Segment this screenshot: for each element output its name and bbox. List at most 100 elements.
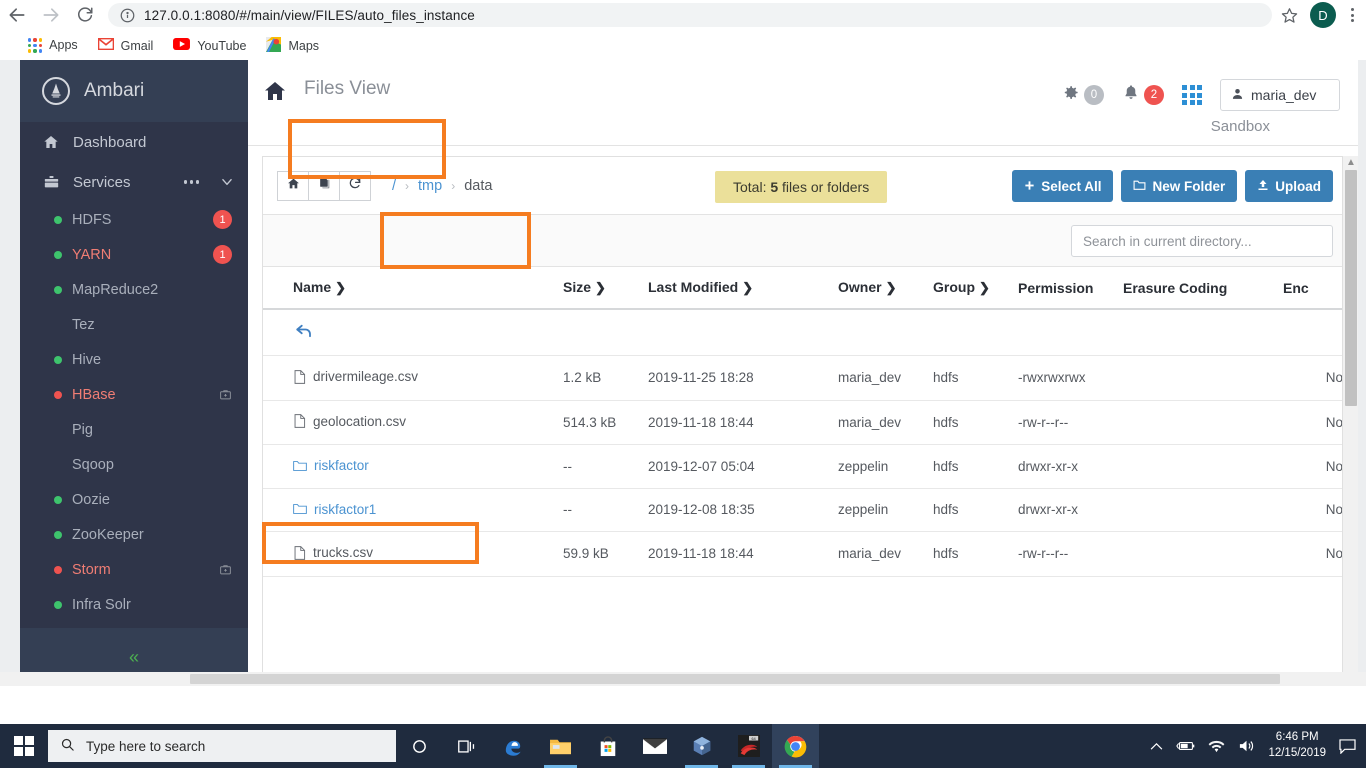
scrollbar-thumb[interactable] [190,674,1280,684]
grid-apps-icon[interactable] [1182,85,1202,105]
status-dot-red [54,391,62,399]
brand[interactable]: Ambari [20,60,248,122]
chrome-icon[interactable] [772,724,819,768]
new-folder-button[interactable]: New Folder [1121,170,1237,202]
sidebar-item-dashboard[interactable]: Dashboard [20,122,248,162]
status-dot-green [54,251,62,259]
microsoft-store-icon[interactable] [584,724,631,768]
windows-start-icon[interactable] [0,724,48,768]
action-center-icon[interactable] [1339,739,1356,754]
bookmark-youtube[interactable]: YouTube [173,38,246,53]
breadcrumb-item-tmp[interactable]: tmp [418,178,442,194]
ellipsis-icon[interactable] [184,180,200,184]
table-row[interactable]: drivermileage.csv1.2 kB2019-11-25 18:28m… [263,356,1353,401]
bookmark-apps[interactable]: Apps [28,38,78,52]
chevron-up-icon[interactable] [1150,742,1163,751]
sidebar-item-infra-solr[interactable]: Infra Solr [20,587,248,622]
home-icon[interactable] [263,79,287,108]
back-arrow-icon[interactable] [0,0,34,30]
back-arrow-icon[interactable] [263,323,313,339]
column-header-name[interactable]: Name❯ [263,267,563,309]
virtualbox-icon[interactable] [678,724,725,768]
reload-icon[interactable] [68,0,102,30]
avatar[interactable]: D [1310,2,1336,28]
cortana-circle-icon[interactable] [396,724,443,768]
sidebar-item-mapreduce2[interactable]: MapReduce2 [20,272,248,307]
scroll-up-arrow-icon[interactable]: ▲ [1346,157,1356,168]
button-label: New Folder [1152,179,1225,194]
column-header-last-modified[interactable]: Last Modified❯ [648,267,838,309]
wifi-icon[interactable] [1208,740,1225,753]
sidebar-item-yarn[interactable]: YARN1 [20,237,248,272]
mail-icon[interactable] [631,724,678,768]
file-link[interactable]: geolocation.csv [293,414,406,429]
sidebar-item-hbase[interactable]: HBase [20,377,248,412]
address-bar[interactable]: 127.0.0.1:8080/#/main/view/FILES/auto_fi… [108,3,1272,27]
table-row[interactable]: geolocation.csv514.3 kB2019-11-18 18:44m… [263,400,1353,445]
bookmark-gmail[interactable]: Gmail [98,38,154,53]
table-row[interactable]: riskfactor1--2019-12-08 18:35zeppelinhdf… [263,488,1353,532]
battery-charging-icon[interactable] [1176,740,1195,752]
sidebar-item-hive[interactable]: Hive [20,342,248,377]
file-link[interactable]: drivermileage.csv [293,369,418,384]
task-view-icon[interactable] [443,724,490,768]
button-label: Upload [1275,179,1321,194]
kebab-menu-icon[interactable] [1338,0,1366,30]
forward-arrow-icon[interactable] [34,0,68,30]
alerts-button[interactable]: 2 [1122,83,1164,107]
sidebar-item-tez[interactable]: Tez [20,307,248,342]
cell-permission: -rw-r--r-- [1018,532,1123,577]
status-dot-none [54,461,62,469]
sidebar-item-sqoop[interactable]: Sqoop [20,447,248,482]
scrollbar-thumb[interactable] [1345,170,1357,406]
sidebar-item-oozie[interactable]: Oozie [20,482,248,517]
alert-badge[interactable]: 1 [213,210,232,229]
column-header-group[interactable]: Group❯ [933,267,1018,309]
column-header-size[interactable]: Size❯ [563,267,648,309]
page-title: Files View [304,78,390,100]
cell-name: trucks.csv [263,532,563,577]
sidebar-item-pig[interactable]: Pig [20,412,248,447]
winrar-icon[interactable]: 64 [725,724,772,768]
alert-badge[interactable]: 1 [213,245,232,264]
sidebar-item-zookeeper[interactable]: ZooKeeper [20,517,248,552]
settings-button[interactable]: 0 [1061,83,1104,107]
select-all-button[interactable]: Select All [1012,170,1113,202]
breadcrumb-item-data[interactable]: data [464,178,492,194]
toolbar-copy-button[interactable] [308,171,340,201]
info-circle-icon[interactable] [120,8,135,23]
breadcrumb-separator: › [405,179,409,193]
content-scrollbar[interactable]: ▲ [1342,156,1358,686]
sidebar-item-storm[interactable]: Storm [20,552,248,587]
toolbar-refresh-button[interactable] [339,171,371,201]
sidebar-item-services[interactable]: Services [20,162,248,202]
cell-erasure-coding [1123,532,1283,577]
toolbar-home-button[interactable] [277,171,309,201]
cell-owner: maria_dev [838,400,933,445]
edge-icon[interactable] [490,724,537,768]
page-horizontal-scrollbar[interactable] [0,672,1366,686]
sidebar-item-hdfs[interactable]: HDFS1 [20,202,248,237]
user-menu[interactable]: maria_dev [1220,79,1340,111]
bell-icon [1122,83,1140,107]
breadcrumb-root[interactable]: / [392,178,396,194]
search-input[interactable]: Search in current directory... [1071,225,1333,257]
cell-group: hdfs [933,532,1018,577]
file-link[interactable]: trucks.csv [293,545,373,560]
table-row[interactable]: riskfactor--2019-12-07 05:04zeppelinhdfs… [263,445,1353,489]
chevron-down-icon[interactable] [220,175,234,189]
parent-directory-row[interactable] [263,309,1353,356]
table-row[interactable]: trucks.csv59.9 kB2019-11-18 18:44maria_d… [263,532,1353,577]
taskbar-search-input[interactable]: Type here to search [48,730,396,762]
folder-link[interactable]: riskfactor [293,458,369,473]
file-explorer-icon[interactable] [537,724,584,768]
column-header-owner[interactable]: Owner❯ [838,267,933,309]
folder-link[interactable]: riskfactor1 [293,502,376,517]
star-icon[interactable] [1274,0,1304,30]
clock[interactable]: 6:46 PM 12/15/2019 [1268,730,1326,761]
volume-icon[interactable] [1238,739,1255,753]
upload-button[interactable]: Upload [1245,170,1333,202]
home-icon [42,134,60,150]
bookmark-maps[interactable]: Maps [266,37,319,55]
maintenance-icon [219,388,232,401]
